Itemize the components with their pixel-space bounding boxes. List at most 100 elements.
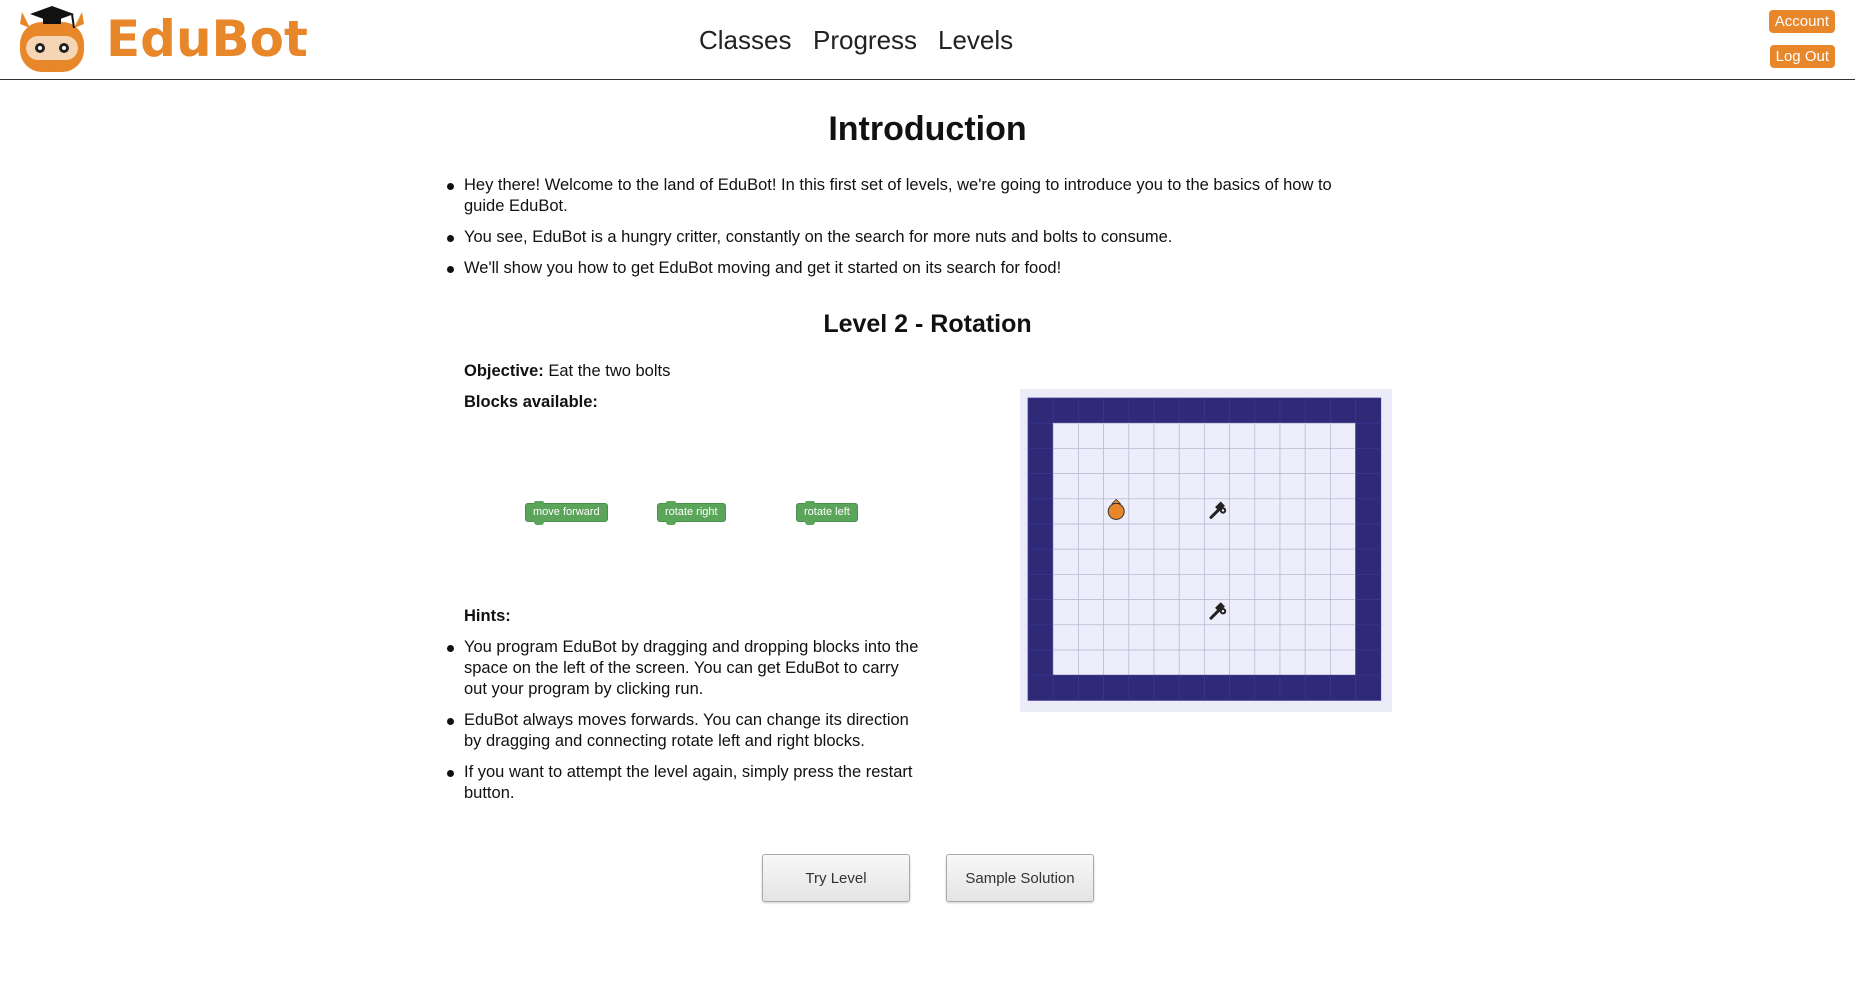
wall-tile [1355, 574, 1382, 600]
floor-tile [1254, 548, 1281, 575]
floor-tile [1304, 574, 1331, 600]
floor-tile [1052, 422, 1079, 449]
block-rotate-right[interactable]: rotate right [657, 501, 726, 525]
nav-progress[interactable]: Progress [813, 25, 917, 56]
floor-tile [1103, 548, 1130, 575]
wall-tile [1027, 599, 1054, 626]
floor-tile [1052, 523, 1079, 550]
wall-tile [1279, 397, 1306, 424]
wall-tile [1355, 674, 1382, 701]
wall-tile [1330, 674, 1356, 701]
sample-solution-button[interactable]: Sample Solution [946, 854, 1094, 902]
floor-tile [1304, 649, 1331, 676]
floor-tile [1330, 422, 1356, 449]
wall-tile [1304, 674, 1331, 701]
floor-tile [1052, 649, 1079, 676]
floor-tile [1229, 473, 1256, 500]
objective: Objective: Eat the two bolts [464, 362, 670, 381]
top-navbar: EduBot Classes Progress Levels Account L… [0, 0, 1855, 80]
floor-tile [1304, 498, 1331, 525]
try-level-button[interactable]: Try Level [762, 854, 910, 902]
wall-tile [1355, 498, 1382, 525]
floor-tile [1178, 523, 1205, 550]
wall-tile [1204, 397, 1230, 424]
floor-tile [1103, 473, 1130, 500]
hint-item: You program EduBot by dragging and dropp… [445, 637, 925, 700]
wall-tile [1355, 548, 1382, 575]
floor-tile [1153, 422, 1180, 449]
floor-tile [1153, 473, 1180, 500]
floor-tile [1279, 548, 1306, 575]
floor-tile [1178, 548, 1205, 575]
edubot-logo-icon[interactable] [16, 2, 88, 79]
wall-tile [1078, 674, 1104, 701]
floor-tile [1052, 624, 1079, 651]
floor-tile [1153, 599, 1180, 626]
floor-tile [1254, 574, 1281, 600]
floor-tile [1330, 548, 1356, 575]
floor-tile [1304, 473, 1331, 500]
floor-tile [1128, 448, 1155, 474]
floor-tile [1304, 422, 1331, 449]
floor-tile [1052, 498, 1079, 525]
floor-tile [1128, 624, 1155, 651]
floor-tile [1103, 422, 1130, 449]
hints-list: You program EduBot by dragging and dropp… [445, 637, 925, 814]
logout-button[interactable]: Log Out [1769, 45, 1835, 68]
floor-tile [1178, 649, 1205, 676]
block-rotate-left[interactable]: rotate left [796, 501, 858, 525]
floor-tile [1330, 599, 1356, 626]
wall-tile [1355, 397, 1382, 424]
brand-name[interactable]: EduBot [106, 10, 308, 68]
floor-tile [1052, 473, 1079, 500]
wall-tile [1204, 674, 1230, 701]
floor-tile [1254, 448, 1281, 474]
floor-tile [1330, 498, 1356, 525]
blocks-available: Blocks available: [464, 393, 598, 412]
floor-tile [1279, 448, 1306, 474]
hint-item: If you want to attempt the level again, … [445, 762, 925, 804]
nav-levels[interactable]: Levels [938, 25, 1013, 56]
floor-tile [1330, 473, 1356, 500]
wall-tile [1027, 523, 1054, 550]
floor-tile [1204, 624, 1230, 651]
floor-tile [1178, 448, 1205, 474]
floor-tile [1204, 649, 1230, 676]
floor-tile [1204, 548, 1230, 575]
floor-tile [1078, 624, 1104, 651]
floor-tile [1153, 624, 1180, 651]
floor-tile [1052, 599, 1079, 626]
floor-tile [1103, 448, 1130, 474]
floor-tile [1128, 422, 1155, 449]
wall-tile [1027, 397, 1054, 424]
intro-item: You see, EduBot is a hungry critter, con… [445, 227, 1345, 248]
floor-tile [1229, 422, 1256, 449]
floor-tile [1178, 498, 1205, 525]
objective-label: Objective: [464, 362, 544, 380]
wall-tile [1027, 574, 1054, 600]
floor-tile [1229, 599, 1256, 626]
wall-tile [1027, 649, 1054, 676]
floor-tile [1254, 599, 1281, 626]
nav-classes[interactable]: Classes [699, 25, 791, 56]
wall-tile [1355, 473, 1382, 500]
account-button[interactable]: Account [1768, 10, 1835, 33]
level-title: Level 2 - Rotation [823, 310, 1032, 338]
block-move-forward[interactable]: move forward [525, 501, 608, 525]
floor-tile [1279, 498, 1306, 525]
floor-tile [1330, 448, 1356, 474]
floor-tile [1254, 624, 1281, 651]
wall-tile [1355, 422, 1382, 449]
floor-tile [1330, 523, 1356, 550]
floor-tile [1128, 473, 1155, 500]
floor-tile [1178, 473, 1205, 500]
floor-tile [1279, 523, 1306, 550]
wall-tile [1128, 674, 1155, 701]
wall-tile [1153, 397, 1180, 424]
wall-tile [1052, 397, 1079, 424]
floor-tile [1254, 498, 1281, 525]
objective-text: Eat the two bolts [548, 362, 671, 380]
floor-tile [1078, 574, 1104, 600]
hints-heading: Hints: [464, 607, 511, 626]
floor-tile [1229, 624, 1256, 651]
